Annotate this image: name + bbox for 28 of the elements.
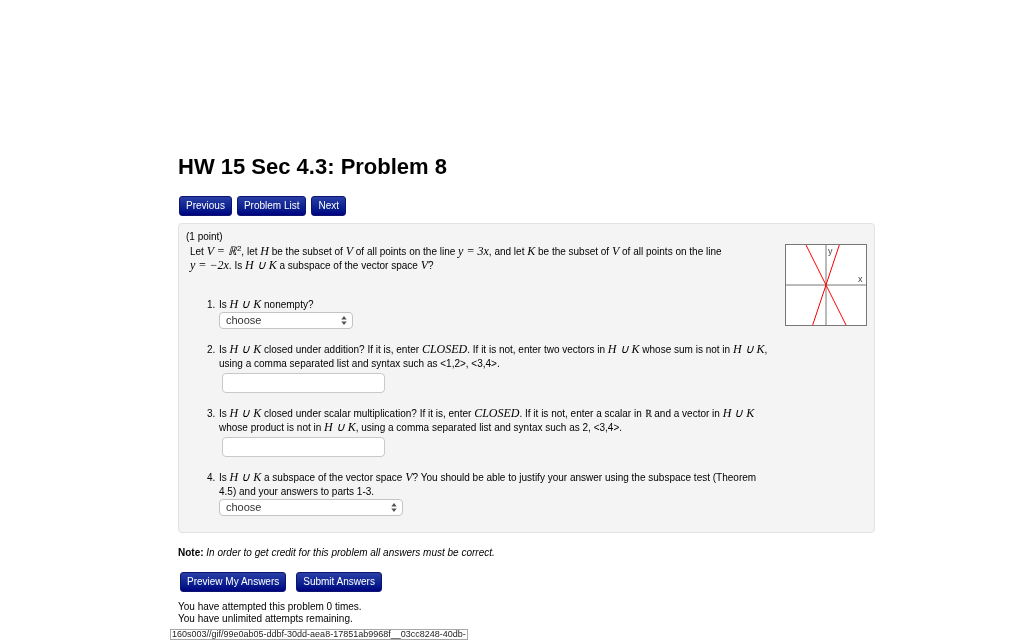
attempts-text: You have attempted this problem 0 times.	[178, 601, 362, 613]
nav-button[interactable]: Preview My Answers	[180, 572, 287, 592]
question-number: 4.	[207, 471, 217, 485]
nav-button[interactable]: Previous	[179, 196, 232, 216]
question-number: 2.	[207, 343, 217, 357]
nav-button[interactable]: Submit Answers	[296, 572, 382, 592]
nav-button[interactable]: Next	[311, 196, 347, 216]
question-text: Is H ∪ K nonempty?	[219, 298, 314, 312]
answer-field[interactable]	[222, 437, 385, 457]
updown-caret-icon	[391, 503, 397, 512]
nav-button[interactable]: Problem List	[236, 196, 307, 216]
points-label: (1 point)	[186, 230, 223, 244]
axis-label: y	[828, 246, 833, 256]
problem-statement: Let V = ℝ$^{2}$, let H be the subset of V of all points on the line y = 3x, and let K be the subset of V of all points on the line y = −2x. Is H ∪ K a subspace of the vector space V?	[190, 245, 723, 273]
question-text: Is H ∪ K closed under scalar multiplication? If it is, enter CLOSED. If it is not, enter a scalar in ℝ and a vector in H ∪ K whose product is not in H ∪ K, using a comma separated list and syntax such as 2, <3,4>.	[219, 407, 756, 435]
question-text: Is H ∪ K closed under addition? If it is, enter CLOSED. If it is not, enter two vectors in H ∪ K whose sum is not in H ∪ K, using a comma separated list and syntax such as <1,2>, <3,4>.	[219, 343, 769, 371]
note-text: Note: In order to get credit for this problem all answers must be correct.	[178, 546, 495, 560]
status-url: 160s003//gif/99e0ab05-ddbf-30dd-aea8-17851ab9968f__03cc8248-40db-	[170, 629, 468, 640]
question-number: 1.	[207, 298, 217, 312]
updown-caret-icon	[341, 316, 347, 325]
axis-label: x	[858, 274, 863, 284]
question-text: Is H ∪ K a subspace of the vector space V? You should be able to justify your answer using the subspace test (Theorem 4.5) and your answers to parts 1-3.	[219, 471, 758, 499]
answer-dropdown[interactable]: choose	[219, 312, 353, 329]
answer-dropdown[interactable]: choose	[219, 499, 403, 516]
page-title: HW 15 Sec 4.3: Problem 8	[178, 154, 447, 180]
attempts-text: You have unlimited attempts remaining.	[178, 613, 353, 625]
answer-field[interactable]	[222, 373, 385, 393]
question-number: 3.	[207, 407, 217, 421]
